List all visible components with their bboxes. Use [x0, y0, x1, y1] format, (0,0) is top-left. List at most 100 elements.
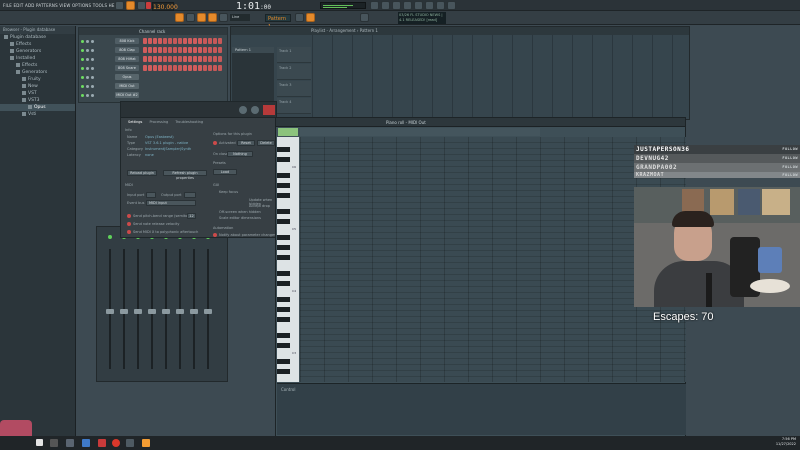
mute-led[interactable]: [81, 67, 84, 70]
delete-button[interactable]: Delete: [257, 140, 275, 146]
browser-item[interactable]: Generators: [0, 69, 75, 76]
loop-record-icon[interactable]: [219, 13, 228, 22]
song-pattern-toggle[interactable]: [115, 1, 124, 10]
tab-troubleshooting[interactable]: Troubleshooting: [172, 120, 206, 124]
reset-button[interactable]: Reset: [237, 140, 255, 146]
browser-item[interactable]: New: [0, 83, 75, 90]
event-editor[interactable]: Control: [277, 383, 686, 435]
piano-keyboard[interactable]: C6 C5 C4 C3: [277, 137, 299, 382]
app-icon[interactable]: [126, 439, 134, 447]
add-pattern-icon[interactable]: [295, 13, 304, 22]
step-sequencer[interactable]: [143, 56, 227, 62]
play-button[interactable]: [126, 1, 135, 10]
volume-knob[interactable]: [91, 58, 94, 61]
note-grid[interactable]: [300, 137, 686, 382]
browser-icon[interactable]: [436, 1, 445, 10]
browser-item[interactable]: Fruity: [0, 76, 75, 83]
track-header[interactable]: Track 3: [277, 81, 311, 97]
channel-button[interactable]: 808 Kick: [115, 38, 139, 44]
pan-knob[interactable]: [86, 85, 89, 88]
piano-roll-timeline[interactable]: [300, 128, 540, 136]
pan-knob[interactable]: [86, 49, 89, 52]
load-preset-button[interactable]: Load: [213, 169, 237, 175]
input-port-field[interactable]: [146, 192, 156, 198]
browser-item-selected[interactable]: Opus: [0, 104, 75, 111]
start-icon[interactable]: [36, 439, 43, 446]
mute-led[interactable]: [81, 49, 84, 52]
explorer-icon[interactable]: [82, 439, 90, 447]
channel-button[interactable]: 808 HiHat: [115, 56, 139, 62]
playlist-grid[interactable]: [312, 35, 688, 119]
mixer-fader[interactable]: [189, 235, 199, 373]
volume-knob[interactable]: [239, 106, 247, 114]
event-bus-select[interactable]: MIDI input: [146, 200, 196, 206]
plugin-picker-icon[interactable]: [447, 1, 456, 10]
pitch-bend-checkbox[interactable]: [127, 214, 131, 218]
reload-plugin-button[interactable]: Reload plugin: [127, 170, 157, 176]
channel-button[interactable]: Opus: [115, 74, 139, 80]
mute-led[interactable]: [81, 76, 84, 79]
on-close-select[interactable]: Nothing: [227, 151, 253, 157]
record-mode-icon[interactable]: [175, 13, 184, 22]
task-view-icon[interactable]: [66, 439, 74, 447]
pattern-item[interactable]: Pattern 1: [232, 47, 274, 53]
refresh-plugin-button[interactable]: Refresh plugin properties: [163, 170, 207, 180]
mute-led[interactable]: [81, 58, 84, 61]
browser-item[interactable]: VST3: [0, 97, 75, 104]
record-button[interactable]: [145, 1, 152, 10]
mixer-track-selector[interactable]: [263, 105, 275, 115]
app-icon[interactable]: [98, 439, 106, 447]
volume-knob[interactable]: [91, 49, 94, 52]
aftertouch-checkbox[interactable]: [127, 230, 131, 234]
output-port-field[interactable]: [184, 192, 196, 198]
snap-icon[interactable]: [381, 1, 390, 10]
mixer-fader[interactable]: [119, 235, 129, 373]
step-sequencer[interactable]: [143, 65, 227, 71]
wait-input-icon[interactable]: [197, 13, 206, 22]
main-menu[interactable]: FILE EDIT ADD PATTERNS VIEW OPTIONS TOOL…: [3, 3, 120, 8]
volume-knob[interactable]: [91, 40, 94, 43]
track-header[interactable]: Track 4: [277, 98, 311, 114]
mixer-fader[interactable]: [175, 235, 185, 373]
volume-knob[interactable]: [91, 85, 94, 88]
gui-scale[interactable]: Scale editor dimensions: [219, 216, 261, 220]
mute-led[interactable]: [81, 94, 84, 97]
mute-led[interactable]: [81, 85, 84, 88]
pan-knob[interactable]: [86, 67, 89, 70]
pan-knob[interactable]: [251, 106, 259, 114]
metronome-icon[interactable]: [186, 13, 195, 22]
mixer-fader[interactable]: [105, 235, 115, 373]
channel-button[interactable]: MIDI Out #2: [115, 92, 139, 98]
pan-knob[interactable]: [86, 58, 89, 61]
release-velocity-checkbox[interactable]: [127, 222, 131, 226]
snap-mode[interactable]: Line: [230, 14, 250, 21]
channel-button[interactable]: 808 Snare: [115, 65, 139, 71]
channel-button[interactable]: 808 Clap: [115, 47, 139, 53]
pan-knob[interactable]: [86, 94, 89, 97]
browser-item[interactable]: Installed: [0, 55, 75, 62]
notify-param-checkbox[interactable]: [213, 233, 217, 237]
tempo-display[interactable]: 130.000: [152, 2, 178, 11]
countdown-icon[interactable]: [208, 13, 217, 22]
channel-button[interactable]: MIDI Out: [115, 83, 139, 89]
gui-offscreen[interactable]: Off-screen when hidden: [219, 210, 261, 214]
mixer-fader[interactable]: [133, 235, 143, 373]
pattern-selector[interactable]: Pattern 1: [265, 14, 291, 30]
step-sequencer[interactable]: [143, 47, 227, 53]
gui-keep-focus[interactable]: Keep focus: [219, 190, 238, 194]
volume-knob[interactable]: [91, 76, 94, 79]
browser-item[interactable]: Effects: [0, 62, 75, 69]
browser-item[interactable]: Vsti: [0, 111, 75, 118]
volume-knob[interactable]: [91, 94, 94, 97]
system-clock[interactable]: 7:56 PM 11/27/2022: [776, 437, 796, 447]
mute-led[interactable]: [81, 40, 84, 43]
step-sequencer[interactable]: [143, 38, 227, 44]
gear-icon[interactable]: [370, 1, 379, 10]
pitch-bend-range[interactable]: 12: [187, 213, 196, 219]
mixer-fader[interactable]: [203, 235, 213, 373]
track-header[interactable]: Track 2: [277, 64, 311, 80]
channel-rack-icon[interactable]: [414, 1, 423, 10]
mixer-icon[interactable]: [425, 1, 434, 10]
volume-knob[interactable]: [91, 67, 94, 70]
pattern-color-icon[interactable]: [306, 13, 315, 22]
